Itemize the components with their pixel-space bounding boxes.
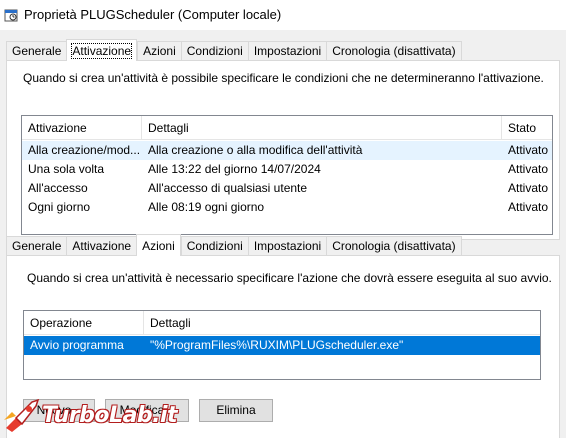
actions-tab-bar: Generale Attivazione Azioni Condizioni I… [6, 234, 462, 256]
tab-cronologia[interactable]: Cronologia (disattivata) [326, 236, 462, 256]
watermark-brand: TurboLab.it [42, 402, 178, 428]
table-row[interactable]: Una sola volta Alle 13:22 del giorno 14/… [22, 160, 552, 179]
title-bar: Proprietà PLUGScheduler (Computer locale… [0, 0, 566, 30]
tab-condizioni[interactable]: Condizioni [180, 236, 248, 256]
actions-header: Operazione Dettagli [24, 311, 540, 335]
tab-condizioni[interactable]: Condizioni [180, 41, 248, 61]
top-tab-bar: Generale Attivazione Azioni Condizioni I… [6, 39, 462, 61]
column-dettagli[interactable]: Dettagli [144, 311, 542, 335]
column-attivazione[interactable]: Attivazione [22, 116, 142, 140]
tab-impostazioni[interactable]: Impostazioni [247, 41, 327, 61]
table-row[interactable]: Avvio programma "%ProgramFiles%\RUXIM\PL… [24, 336, 540, 355]
tab-cronologia[interactable]: Cronologia (disattivata) [326, 41, 462, 61]
tab-azioni[interactable]: Azioni [136, 234, 181, 256]
tab-impostazioni[interactable]: Impostazioni [247, 236, 327, 256]
watermark: TurboLab.it [2, 398, 178, 432]
table-row[interactable]: All'accesso All'accesso di qualsiasi ute… [22, 179, 552, 198]
triggers-pane: Quando si crea un'attività è possibile s… [6, 60, 560, 240]
actions-description: Quando si crea un'attività è necessario … [27, 271, 552, 285]
table-row[interactable]: Ogni giorno Alle 08:19 ogni giorno Attiv… [22, 198, 552, 217]
tab-generale[interactable]: Generale [6, 41, 67, 61]
column-dettagli[interactable]: Dettagli [142, 116, 502, 140]
cell-stato: Attivato [508, 181, 549, 195]
cell-dettagli: "%ProgramFiles%\RUXIM\PLUGscheduler.exe" [150, 338, 404, 352]
cell-attivazione: Ogni giorno [28, 200, 91, 214]
cell-stato: Attivato [508, 143, 549, 157]
window-title: Proprietà PLUGScheduler (Computer locale… [24, 7, 282, 22]
tab-attivazione[interactable]: Attivazione [66, 39, 138, 61]
column-stato[interactable]: Stato [502, 116, 554, 140]
rocket-logo-icon [4, 398, 40, 432]
column-operazione[interactable]: Operazione [24, 311, 144, 335]
cell-attivazione: Alla creazione/mod... [28, 143, 141, 157]
cell-dettagli: Alle 13:22 del giorno 14/07/2024 [148, 162, 321, 176]
cell-attivazione: All'accesso [28, 181, 88, 195]
triggers-header: Attivazione Dettagli Stato [22, 116, 552, 140]
tab-generale[interactable]: Generale [6, 236, 67, 256]
tab-attivazione[interactable]: Attivazione [66, 236, 137, 256]
actions-list[interactable]: Operazione Dettagli Avvio programma "%Pr… [23, 310, 541, 380]
cell-dettagli: Alla creazione o alla modifica dell'atti… [148, 143, 363, 157]
cell-dettagli: Alle 08:19 ogni giorno [148, 200, 265, 214]
cell-operazione: Avvio programma [30, 338, 124, 352]
cell-dettagli: All'accesso di qualsiasi utente [148, 181, 308, 195]
triggers-list[interactable]: Attivazione Dettagli Stato Alla creazion… [21, 115, 553, 235]
table-row[interactable]: Alla creazione/mod... Alla creazione o a… [22, 141, 552, 160]
task-scheduler-icon [4, 9, 18, 22]
triggers-description: Quando si crea un'attività è possibile s… [23, 71, 544, 85]
delete-button[interactable]: Elimina [199, 399, 273, 422]
cell-attivazione: Una sola volta [28, 162, 105, 176]
tab-azioni[interactable]: Azioni [137, 41, 181, 61]
cell-stato: Attivato [508, 200, 549, 214]
cell-stato: Attivato [508, 162, 549, 176]
